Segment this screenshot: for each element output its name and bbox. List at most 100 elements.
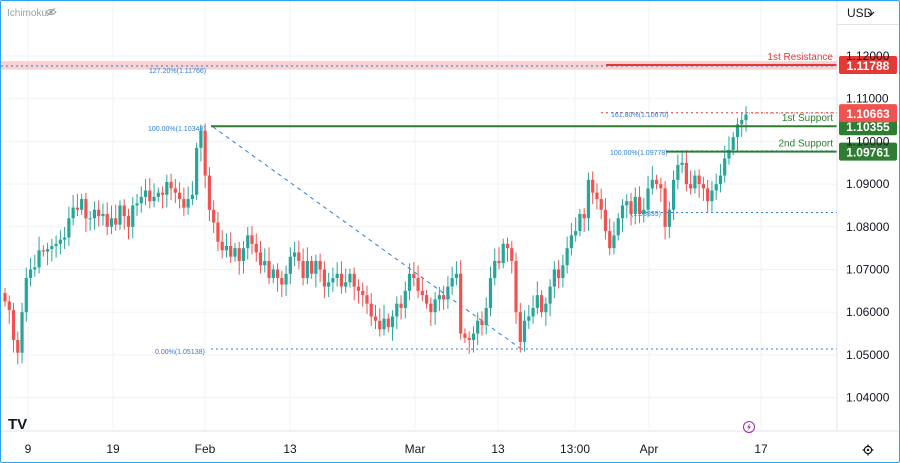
candle-body	[126, 216, 131, 227]
x-tick-label: Mar	[405, 442, 426, 456]
candle-body	[740, 120, 744, 125]
candle-body	[195, 147, 199, 195]
candle-body	[463, 333, 467, 338]
candle-body	[84, 199, 88, 219]
candle-body	[58, 239, 62, 244]
candle-body	[459, 273, 463, 334]
candle-body	[331, 278, 335, 283]
tradingview-logo[interactable]: TV	[8, 416, 27, 433]
candle-body	[173, 188, 177, 193]
candle-body	[714, 184, 718, 191]
y-tick-label: 1.07000	[846, 263, 890, 277]
candle-body	[595, 192, 599, 200]
candle-body	[697, 175, 701, 185]
candle-body	[663, 188, 667, 227]
candle-body	[229, 246, 233, 257]
candle-body	[114, 218, 118, 225]
candle-body	[361, 290, 365, 296]
candle-body	[3, 292, 7, 302]
candle-body	[574, 231, 578, 236]
candle-body	[314, 260, 318, 274]
candle-body	[603, 209, 608, 232]
candle-body	[212, 209, 216, 223]
candle-body	[284, 273, 288, 285]
candle-body	[684, 162, 688, 185]
candle-body	[642, 209, 646, 214]
price-axis[interactable]: 1.12000 1.11000 1.10000 1.09000 1.08000 1.070…	[846, 49, 890, 405]
level-name: 2nd Support	[779, 139, 834, 150]
x-tick-label: 13:00	[560, 442, 590, 456]
candle-body	[101, 213, 105, 217]
candle-body	[275, 269, 280, 279]
candle-body	[395, 303, 399, 317]
time-axis[interactable]: 9 19 Feb 13 Mar 13 13:00 Apr 17	[25, 442, 768, 456]
candle-body	[680, 162, 684, 165]
candle-body	[50, 246, 54, 250]
candle-body	[552, 269, 556, 287]
candle-body	[105, 213, 109, 227]
candle-body	[335, 273, 339, 279]
candle-body	[327, 282, 331, 287]
candle-body	[535, 295, 539, 308]
candle-body	[561, 265, 565, 279]
fib-label: 100.00%(1.10348)	[148, 126, 206, 133]
price-chart: 127.20%(1.11766) 100.00%(1.10348) 161.80%(…	[1, 1, 899, 456]
candle-body	[182, 199, 186, 208]
candle-body	[7, 301, 11, 311]
candle-body	[544, 303, 548, 313]
candle-body	[16, 339, 20, 353]
y-tick-label: 1.06000	[846, 305, 890, 319]
candle-body	[629, 201, 633, 214]
candle-body	[271, 269, 275, 279]
y-tick-label: 1.05000	[846, 348, 890, 362]
candle-body	[118, 205, 122, 225]
candle-body	[493, 260, 497, 279]
candle-body	[646, 188, 650, 210]
candle-body	[339, 273, 344, 287]
candle-body	[548, 286, 552, 304]
candle-body	[531, 307, 535, 317]
candle-body	[471, 333, 476, 340]
level-name: 1st Resistance	[767, 52, 833, 63]
settings-gear-icon[interactable]	[862, 444, 874, 456]
candle-body	[20, 312, 24, 353]
fib-label: 161.80%(1.10670)	[611, 112, 669, 119]
candle-body	[352, 273, 356, 287]
candle-body	[131, 205, 135, 227]
candle-body	[637, 196, 642, 214]
candle-body	[599, 199, 603, 210]
indicator-label[interactable]: Ichimoku	[7, 8, 47, 19]
candle-body	[216, 222, 220, 242]
candle-body	[263, 260, 267, 266]
candle-body	[203, 130, 207, 176]
candle-body	[356, 286, 361, 291]
candle-body	[301, 260, 305, 279]
candle-body	[297, 252, 301, 261]
candle-body	[625, 201, 629, 206]
candle-body	[476, 320, 480, 334]
x-tick-label: 17	[754, 442, 768, 456]
candle-body	[382, 318, 386, 330]
candle-body	[365, 295, 369, 304]
y-tick-label: 1.04000	[846, 391, 890, 405]
candle-body	[522, 320, 527, 343]
candle-body	[143, 190, 148, 197]
candle-body	[224, 246, 229, 251]
x-tick-label: 19	[106, 442, 120, 456]
x-tick-label: 9	[25, 442, 32, 456]
candle-body	[92, 209, 97, 219]
candle-body	[292, 252, 297, 257]
candle-body	[207, 175, 212, 210]
candle-body	[420, 290, 424, 296]
candle-body	[280, 278, 284, 285]
candle-body	[706, 188, 710, 202]
candle-body	[616, 218, 620, 236]
candle-body	[237, 248, 241, 261]
fib-label: 0.00%(1.05138)	[155, 349, 205, 356]
candle-body	[369, 303, 373, 317]
candle-body	[497, 260, 501, 264]
candle-body	[654, 179, 659, 185]
candle-body	[650, 179, 654, 189]
candle-body	[731, 137, 735, 150]
candle-body	[399, 303, 403, 308]
